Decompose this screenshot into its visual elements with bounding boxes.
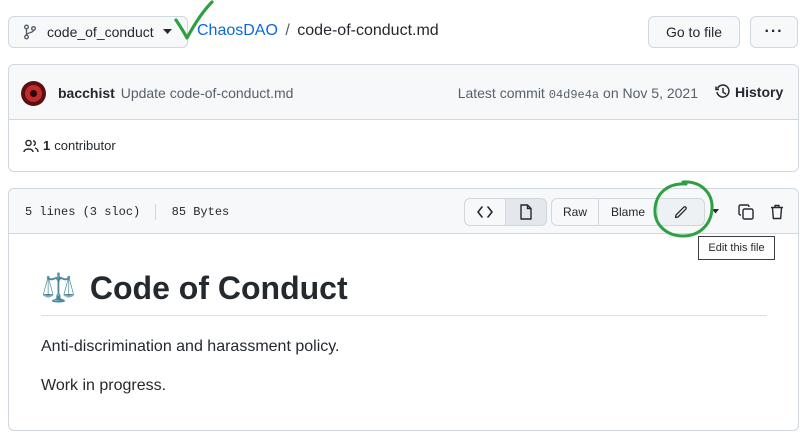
edit-tooltip: Edit this file [698, 236, 775, 260]
branch-selector-button[interactable]: code_of_conduct [8, 16, 188, 48]
copy-icon [738, 204, 754, 220]
history-button[interactable]: History [715, 84, 783, 100]
commit-message[interactable]: Update code-of-conduct.md [121, 85, 294, 101]
breadcrumb: ChaosDAO / code-of-conduct.md [197, 22, 439, 40]
more-options-button[interactable]: ··· [750, 16, 798, 48]
tooltip-text: Edit this file [708, 242, 765, 254]
branch-name: code_of_conduct [47, 24, 154, 40]
breadcrumb-file-name: code-of-conduct.md [297, 22, 439, 39]
raw-button[interactable]: Raw [551, 198, 599, 226]
history-label: History [735, 84, 784, 100]
code-icon [477, 206, 493, 218]
latest-commit-label: Latest commit [457, 85, 545, 101]
display-rendered-button[interactable] [505, 198, 547, 226]
balance-scale-emoji: ⚖️ [41, 272, 76, 303]
markdown-heading: ⚖️ Code of Conduct [41, 267, 767, 316]
contributors-link[interactable]: 1 contributor [23, 138, 116, 153]
avatar[interactable] [21, 81, 46, 106]
page-heading: Code of Conduct [89, 270, 348, 306]
file-line-count: 5 lines (3 sloc) [25, 205, 141, 220]
markdown-paragraph: Anti-discrimination and harassment polic… [41, 338, 340, 355]
breadcrumb-repo-link[interactable]: ChaosDAO [197, 22, 278, 39]
commit-author[interactable]: bacchist [58, 85, 115, 101]
markdown-paragraph: Work in progress. [41, 377, 167, 394]
commit-header: bacchist Update code-of-conduct.md Lates… [9, 65, 798, 120]
file-icon [520, 204, 532, 220]
commit-date: on Nov 5, 2021 [603, 85, 698, 101]
file-info-divider [155, 204, 157, 220]
file-size: 85 Bytes [171, 205, 230, 220]
contributor-label: contributor [54, 138, 116, 153]
circle-annotation [651, 179, 716, 239]
blame-button[interactable]: Blame [598, 198, 658, 226]
copy-raw-button[interactable] [735, 201, 757, 223]
people-icon [23, 139, 39, 153]
git-branch-icon [23, 24, 37, 40]
commit-box: bacchist Update code-of-conduct.md Lates… [8, 64, 799, 172]
breadcrumb-separator: / [285, 22, 290, 39]
go-to-file-button[interactable]: Go to file [648, 16, 740, 48]
delete-file-button[interactable] [766, 201, 788, 223]
commit-sha-link[interactable]: 04d9e4a [549, 88, 599, 102]
contributor-count: 1 [43, 138, 51, 153]
clock-history-icon [715, 84, 731, 100]
display-source-button[interactable] [464, 198, 506, 226]
kebab-icon: ··· [764, 23, 784, 40]
trash-icon [770, 204, 784, 220]
